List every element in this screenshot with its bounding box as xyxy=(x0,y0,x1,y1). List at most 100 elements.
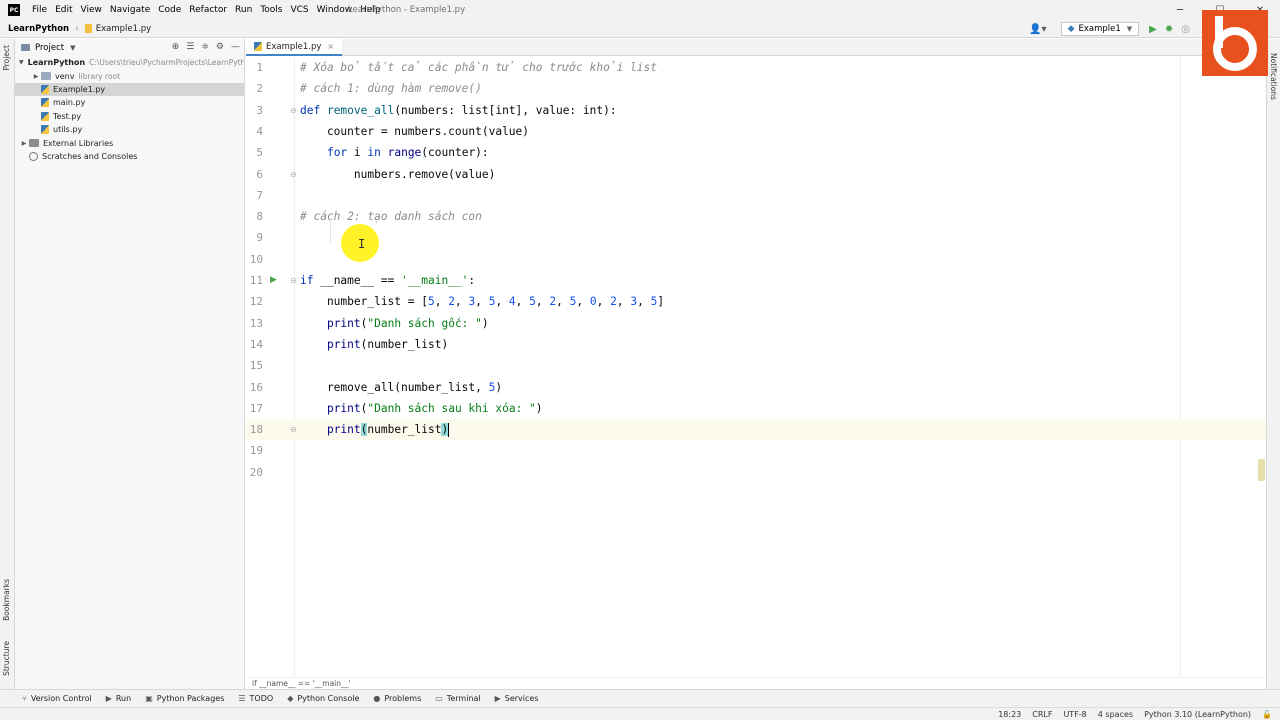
line-number[interactable]: 5 xyxy=(246,142,263,163)
line-number[interactable]: 8 xyxy=(246,206,263,227)
tree-item[interactable]: ▶ venv library root xyxy=(15,69,244,82)
line-number[interactable]: 7 xyxy=(246,185,263,206)
code-line[interactable]: 3 ⊖ def remove_all(numbers: list[int], val… xyxy=(246,100,1266,121)
line-number[interactable]: 4 xyxy=(246,121,263,142)
code-line[interactable]: 11 ▶ ⊖ if __name__ == '__main__': xyxy=(246,270,1266,291)
menu-vcs[interactable]: VCS xyxy=(286,5,312,15)
menu-run[interactable]: Run xyxy=(231,5,256,15)
tree-item[interactable]: ▶ External Libraries xyxy=(15,136,244,149)
chevron-down-icon[interactable]: ▼ xyxy=(19,59,24,66)
tool-window-todo[interactable]: ☰ TODO xyxy=(238,694,273,703)
tool-window-version-control[interactable]: ⑂ Version Control xyxy=(22,694,92,703)
tree-item[interactable]: Test.py xyxy=(15,110,244,123)
line-separator[interactable]: CRLF xyxy=(1032,710,1052,719)
caret-position[interactable]: 18:23 xyxy=(998,710,1021,719)
code-line[interactable]: 8 # cách 2: tạo danh sách con xyxy=(246,206,1266,227)
debug-icon[interactable]: ✹ xyxy=(1165,24,1173,35)
indent-setting[interactable]: 4 spaces xyxy=(1098,710,1133,719)
menu-refactor[interactable]: Refactor xyxy=(185,5,231,15)
breadcrumb-file[interactable]: Example1.py xyxy=(96,24,151,34)
user-icon[interactable]: 👤▾ xyxy=(1029,24,1046,35)
code-line[interactable]: 10 xyxy=(246,249,1266,270)
minimize-button[interactable]: ─ xyxy=(1160,0,1200,20)
tree-item[interactable]: main.py xyxy=(15,96,244,109)
chevron-right-icon[interactable]: ▶ xyxy=(19,140,29,147)
menu-navigate[interactable]: Navigate xyxy=(106,5,154,15)
line-number[interactable]: 9 xyxy=(246,227,263,248)
tree-item[interactable]: Example1.py xyxy=(15,82,244,97)
line-number[interactable]: 15 xyxy=(246,355,263,376)
code-line[interactable]: 7 xyxy=(246,185,1266,206)
code-line[interactable]: 17 print("Danh sách sau khi xóa: ") xyxy=(246,398,1266,419)
locate-icon[interactable]: ⊕ xyxy=(172,42,180,52)
code-line[interactable]: 15 xyxy=(246,355,1266,376)
tool-window-problems[interactable]: ● Problems xyxy=(373,694,421,703)
tool-window-services[interactable]: ▶ Services xyxy=(495,694,539,703)
menu-file[interactable]: File xyxy=(28,5,51,15)
line-number[interactable]: 19 xyxy=(246,440,263,461)
code-editor[interactable]: 1 # Xóa bỏ tất cả các phần tử cho trước k… xyxy=(246,57,1266,677)
coverage-icon[interactable]: ◎ xyxy=(1181,24,1190,35)
breadcrumb-project[interactable]: LearnPython xyxy=(8,24,69,34)
tool-window-python-packages[interactable]: ▣ Python Packages xyxy=(145,694,224,703)
chevron-down-icon[interactable]: ▼ xyxy=(70,44,75,52)
code-line[interactable]: 2 # cách 1: dùng hàm remove() xyxy=(246,78,1266,99)
code-line[interactable]: 20 xyxy=(246,462,1266,483)
close-tab-icon[interactable]: × xyxy=(327,42,334,51)
file-encoding[interactable]: UTF-8 xyxy=(1063,710,1086,719)
code-line[interactable]: 4 counter = numbers.count(value) xyxy=(246,121,1266,142)
settings-gear-icon[interactable]: ⚙ xyxy=(216,42,224,52)
menu-code[interactable]: Code xyxy=(154,5,185,15)
tool-window-python-console[interactable]: ◆ Python Console xyxy=(287,694,359,703)
code-line[interactable]: 16 remove_all(number_list, 5) xyxy=(246,377,1266,398)
run-configuration-select[interactable]: ◆ Example1 ▼ xyxy=(1060,22,1140,36)
line-number[interactable]: 12 xyxy=(246,291,263,312)
line-number[interactable]: 10 xyxy=(246,249,263,270)
tree-item[interactable]: ▼ LearnPython C:\Users\trieu\PycharmProjec… xyxy=(15,56,244,69)
code-line[interactable]: 5 for i in range(counter): xyxy=(246,142,1266,163)
line-number[interactable]: 13 xyxy=(246,313,263,334)
lock-icon[interactable]: 🔓 xyxy=(1262,710,1272,719)
chevron-right-icon[interactable]: ▶ xyxy=(31,73,41,80)
project-panel-title[interactable]: Project xyxy=(35,43,64,53)
tab-notifications[interactable]: Notifications xyxy=(1269,53,1278,100)
line-number[interactable]: 14 xyxy=(246,334,263,355)
interpreter-selector[interactable]: Python 3.10 (LearnPython) xyxy=(1144,710,1251,719)
menu-view[interactable]: View xyxy=(77,5,106,15)
line-number[interactable]: 16 xyxy=(246,377,263,398)
code-breadcrumb[interactable]: if __name__ == '__main__' xyxy=(246,677,1266,689)
line-number[interactable]: 6 xyxy=(246,164,263,185)
line-number[interactable]: 17 xyxy=(246,398,263,419)
fold-icon[interactable]: ⊖ xyxy=(290,270,297,291)
line-number[interactable]: 2 xyxy=(246,78,263,99)
line-number[interactable]: 18 xyxy=(246,419,263,440)
scrollbar-marker[interactable] xyxy=(1258,459,1265,481)
tree-item[interactable]: Scratches and Consoles xyxy=(15,150,244,163)
tool-window-run[interactable]: ▶ Run xyxy=(106,694,132,703)
tool-window-terminal[interactable]: ▭ Terminal xyxy=(435,694,480,703)
menu-edit[interactable]: Edit xyxy=(51,5,76,15)
menu-tools[interactable]: Tools xyxy=(256,5,286,15)
line-number[interactable]: 1 xyxy=(246,57,263,78)
code-line[interactable]: 12 number_list = [5, 2, 3, 5, 4, 5, 2, 5… xyxy=(246,291,1266,312)
tab-bookmarks[interactable]: Bookmarks xyxy=(2,579,11,621)
hide-panel-icon[interactable]: — xyxy=(231,42,240,52)
gutter-run-icon[interactable]: ▶ xyxy=(270,270,277,291)
tree-item[interactable]: utils.py xyxy=(15,123,244,136)
code-line[interactable]: 14 print(number_list) xyxy=(246,334,1266,355)
fold-icon[interactable]: ⊖ xyxy=(290,164,297,185)
fold-icon[interactable]: ⊖ xyxy=(290,100,297,121)
code-line[interactable]: 9 xyxy=(246,227,1266,248)
collapse-all-icon[interactable]: ≑ xyxy=(201,42,209,52)
line-number[interactable]: 20 xyxy=(246,462,263,483)
code-line[interactable]: 18 ⊖ print(number_list) xyxy=(246,419,1266,441)
code-line[interactable]: 1 # Xóa bỏ tất cả các phần tử cho trước k… xyxy=(246,57,1266,78)
line-number[interactable]: 11 xyxy=(246,270,263,291)
editor-tab-example1[interactable]: Example1.py × xyxy=(246,39,343,56)
code-line[interactable]: 19 xyxy=(246,440,1266,461)
fold-icon[interactable]: ⊖ xyxy=(290,419,297,440)
expand-all-icon[interactable]: ☰ xyxy=(186,42,194,52)
line-number[interactable]: 3 xyxy=(246,100,263,121)
code-line[interactable]: 6 ⊖ numbers.remove(value) xyxy=(246,164,1266,185)
code-line[interactable]: 13 print("Danh sách gốc: ") xyxy=(246,313,1266,334)
